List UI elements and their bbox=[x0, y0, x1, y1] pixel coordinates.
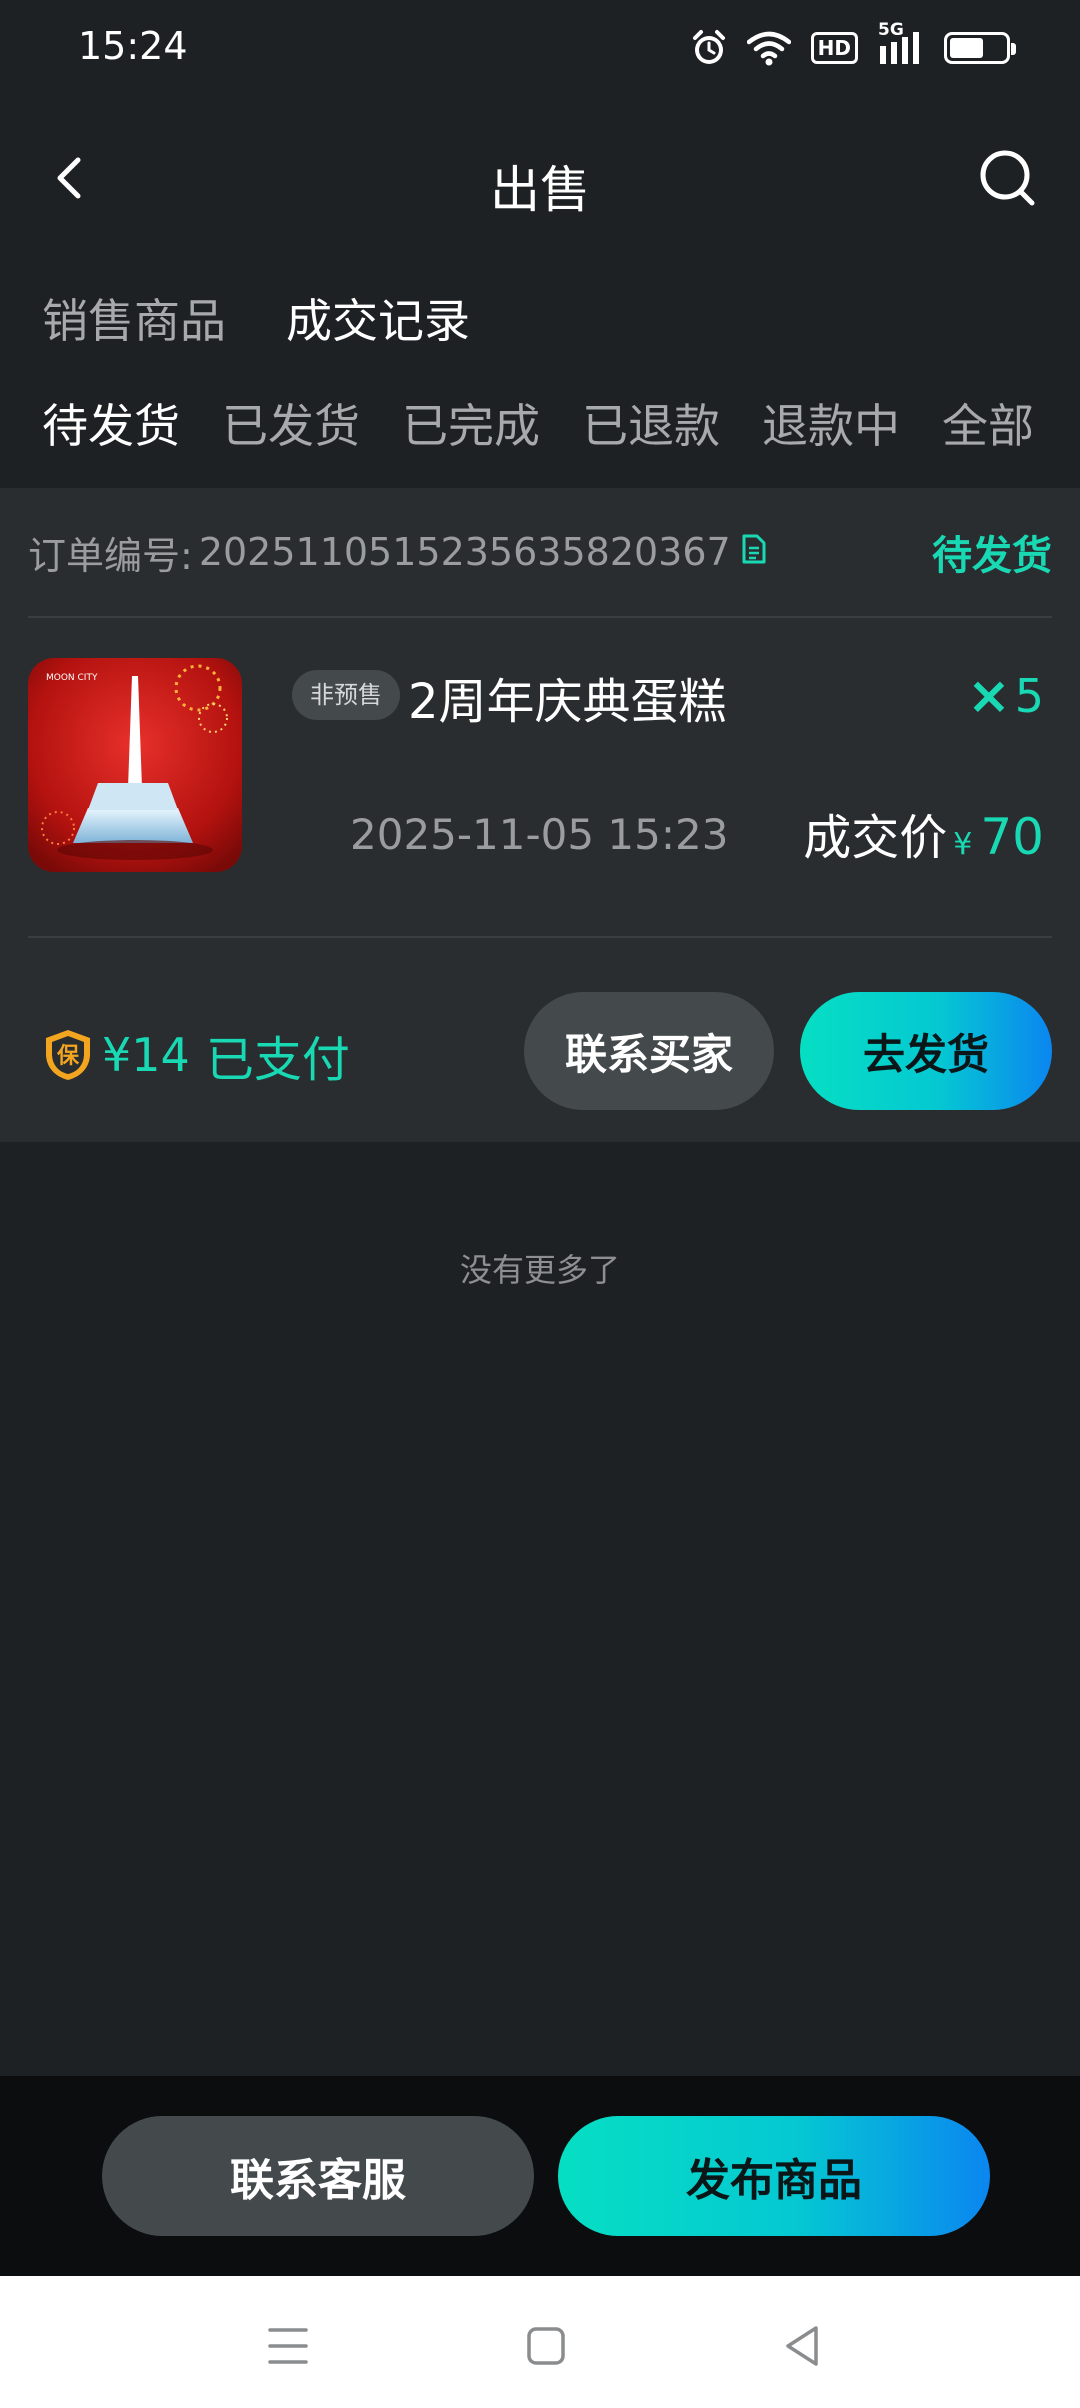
hd-icon: HD bbox=[810, 32, 858, 64]
status-time: 15:24 bbox=[78, 24, 188, 68]
back-triangle-icon[interactable] bbox=[774, 2316, 834, 2376]
order-status: 待发货 bbox=[932, 533, 1052, 579]
product-name: 2周年庆典蛋糕 bbox=[408, 674, 727, 730]
menu-icon[interactable] bbox=[258, 2316, 318, 2376]
tab-all[interactable]: 全部 bbox=[942, 390, 1034, 456]
tab-shipped[interactable]: 已发货 bbox=[222, 390, 360, 456]
list-end-text: 没有更多了 bbox=[459, 1251, 620, 1289]
tab-pending-shipment[interactable]: 待发货 bbox=[42, 390, 180, 456]
main-tabs: 销售商品 成交记录 bbox=[42, 285, 470, 351]
contact-buyer-button[interactable]: 联系买家 bbox=[524, 992, 774, 1110]
status-icons: HD 5G bbox=[691, 20, 1016, 70]
signal-5g-icon: 5G bbox=[878, 20, 924, 66]
deposit-paid-label: 已支付 bbox=[205, 1032, 350, 1088]
svg-text:MOON CITY: MOON CITY bbox=[46, 673, 98, 683]
page-title: 出售 bbox=[490, 161, 590, 219]
deal-price: 成交价 ¥ 70 bbox=[803, 798, 1044, 868]
tab-refunded[interactable]: 已退款 bbox=[582, 390, 720, 456]
shield-guarantee-icon: 保 bbox=[46, 1030, 90, 1080]
order-number-label: 订单编号: bbox=[28, 533, 193, 578]
battery-icon bbox=[944, 32, 1016, 64]
home-square-icon[interactable] bbox=[516, 2316, 576, 2376]
product-row[interactable]: MOON CITY 非预售 2周年庆典蛋糕 × 5 2025-11-05 15:… bbox=[28, 618, 1052, 938]
copy-icon[interactable] bbox=[741, 530, 767, 574]
currency-symbol: ¥ bbox=[953, 827, 973, 862]
system-nav-bar bbox=[0, 2276, 1080, 2408]
search-button[interactable] bbox=[974, 144, 1044, 214]
status-tabs: 待发货 已发货 已完成 已退款 退款中 全部 bbox=[42, 390, 1034, 456]
network-label: 5G bbox=[878, 20, 904, 40]
order-number-value: 2025110515235635820367 bbox=[198, 530, 731, 574]
shield-text: 保 bbox=[56, 1044, 80, 1069]
tab-sales-items[interactable]: 销售商品 bbox=[42, 285, 226, 351]
status-bar: 15:24 HD 5G bbox=[0, 0, 1080, 96]
order-card[interactable]: 订单编号: 2025110515235635820367 待发货 MOON CI… bbox=[0, 488, 1080, 1142]
bottom-action-bar: 联系客服 发布商品 bbox=[0, 2076, 1080, 2276]
search-icon bbox=[980, 150, 1035, 206]
tab-refunding[interactable]: 退款中 bbox=[762, 390, 900, 456]
deal-price-label: 成交价 bbox=[803, 810, 948, 866]
deal-time: 2025-11-05 15:23 bbox=[350, 810, 729, 859]
tab-completed[interactable]: 已完成 bbox=[402, 390, 540, 456]
deal-price-value: 70 bbox=[980, 808, 1044, 866]
presale-tag: 非预售 bbox=[292, 670, 400, 720]
order-actions: 保 ¥14 已支付 联系买家 去发货 bbox=[28, 940, 1052, 1140]
alarm-icon bbox=[691, 29, 727, 67]
quantity-prefix: × bbox=[967, 666, 1011, 726]
order-number: 订单编号: 2025110515235635820367 bbox=[28, 525, 767, 580]
publish-item-button[interactable]: 发布商品 bbox=[558, 2116, 990, 2236]
title-bar: 出售 bbox=[0, 120, 1080, 240]
ship-button[interactable]: 去发货 bbox=[800, 992, 1052, 1110]
deposit-amount: ¥14 bbox=[102, 1028, 190, 1082]
deposit-info: 保 ¥14 已支付 bbox=[42, 1020, 350, 1090]
tab-deal-records[interactable]: 成交记录 bbox=[286, 285, 470, 351]
product-image: MOON CITY bbox=[28, 658, 242, 872]
product-quantity: × 5 bbox=[967, 666, 1044, 726]
contact-service-button[interactable]: 联系客服 bbox=[102, 2116, 534, 2236]
wifi-icon bbox=[746, 30, 791, 66]
order-header: 订单编号: 2025110515235635820367 待发货 bbox=[28, 488, 1052, 618]
quantity-value: 5 bbox=[1014, 669, 1044, 723]
